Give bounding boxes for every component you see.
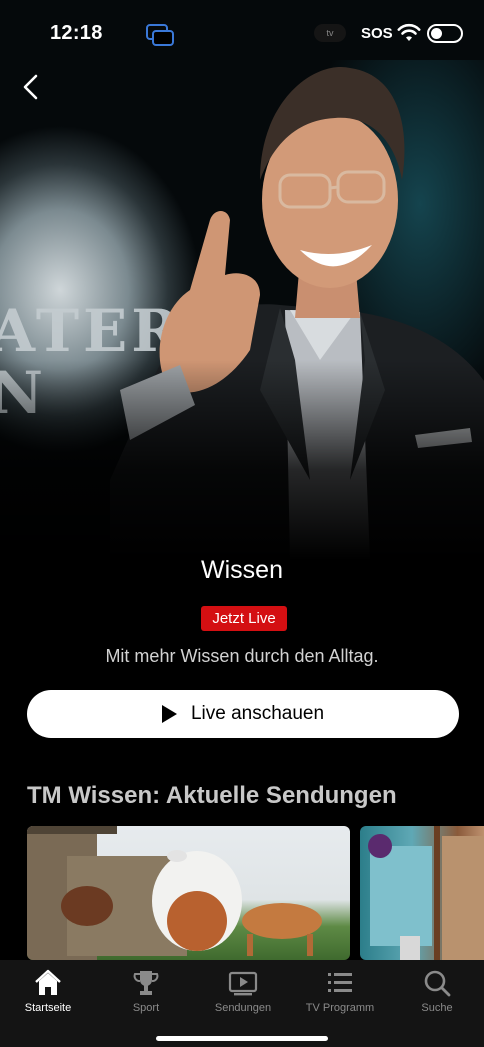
episode-thumbnail-cows: [27, 826, 322, 960]
tab-label: Sport: [132, 1002, 160, 1014]
watch-live-label: Live anschauen: [190, 703, 325, 724]
tab-label: Suche: [421, 1002, 453, 1014]
tab-label: Sendungen: [214, 1002, 272, 1014]
appletv-indicator: tv: [314, 24, 346, 42]
tab-suche[interactable]: Suche: [389, 968, 484, 1018]
trophy-icon: [133, 971, 159, 995]
tab-startseite[interactable]: Startseite: [0, 968, 96, 1018]
status-time: 12:18: [50, 22, 103, 44]
tab-label: Startseite: [24, 1002, 72, 1014]
home-icon: [35, 969, 61, 995]
bottom-tab-bar: Startseite Sport Sendungen TV Programm S…: [0, 960, 484, 1047]
sos-indicator: SOS: [361, 25, 393, 42]
tab-tv-programm[interactable]: TV Programm: [292, 968, 388, 1018]
section-title: TM Wissen: Aktuelle Sendungen: [27, 782, 397, 809]
tab-label: TV Programm: [305, 1002, 375, 1014]
show-title: Wissen: [201, 556, 283, 584]
live-badge: Jetzt Live: [201, 606, 287, 631]
watch-live-button[interactable]: Live anschauen: [27, 690, 459, 738]
play-icon: [161, 705, 177, 723]
show-subtitle: Mit mehr Wissen durch den Alltag.: [105, 646, 379, 666]
tab-sendungen[interactable]: Sendungen: [195, 968, 291, 1018]
hero-image: ATER N: [0, 0, 484, 560]
status-bar: 12:18 tv SOS: [0, 0, 484, 66]
battery-toggle-icon: [427, 24, 463, 43]
home-indicator[interactable]: [156, 1036, 328, 1041]
back-chevron-icon[interactable]: [18, 72, 46, 102]
search-icon: [424, 970, 451, 997]
play-box-icon: [228, 971, 258, 996]
hero-gradient: [0, 360, 484, 560]
episode-rail[interactable]: [27, 826, 484, 960]
list-icon: [328, 973, 352, 992]
wifi-icon: [397, 23, 421, 41]
screen-mirroring-icon: [146, 24, 174, 46]
tab-sport[interactable]: Sport: [98, 968, 194, 1018]
episode-thumbnail-window: [368, 826, 484, 960]
episode-card[interactable]: [27, 826, 350, 960]
episode-card[interactable]: [360, 826, 484, 960]
